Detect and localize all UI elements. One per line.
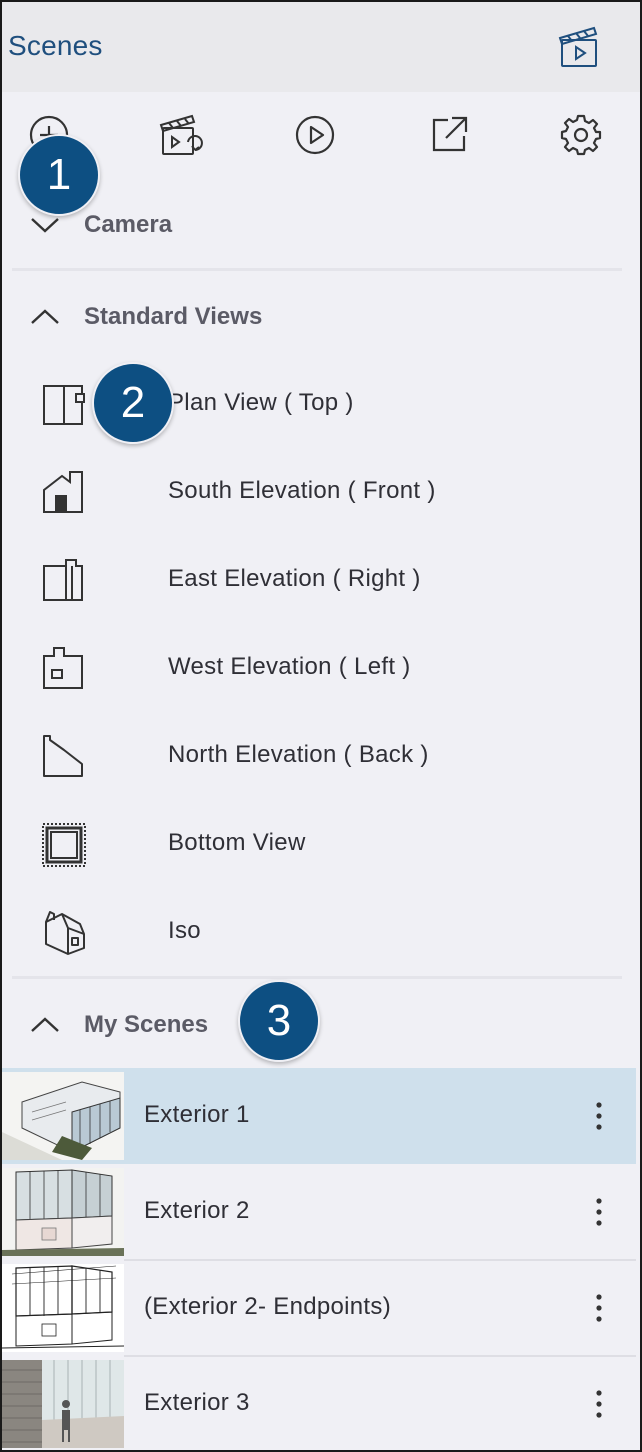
view-item-bottom[interactable]: Bottom View [2, 800, 640, 888]
view-item-west-elevation[interactable]: West Elevation ( Left ) [2, 624, 640, 712]
more-options-icon[interactable] [588, 1100, 610, 1132]
chevron-down-icon [28, 211, 62, 237]
panel-title: Scenes [8, 30, 103, 61]
scene-thumbnail [2, 1168, 124, 1256]
scene-label: (Exterior 2- Endpoints) [144, 1293, 391, 1320]
view-label: Bottom View [168, 829, 306, 856]
scene-thumbnail [2, 1360, 124, 1448]
callout-badge-2: 2 [92, 362, 174, 444]
more-options-icon[interactable] [588, 1388, 610, 1420]
settings-icon[interactable] [558, 112, 604, 158]
view-item-iso[interactable]: Iso [2, 888, 640, 976]
export-icon[interactable] [426, 112, 472, 158]
callout-badge-3: 3 [238, 980, 320, 1062]
section-label-my-scenes: My Scenes [84, 1011, 209, 1038]
scene-label: Exterior 3 [144, 1389, 250, 1416]
scene-row-exterior-2-endpoints[interactable]: (Exterior 2- Endpoints) [2, 1260, 636, 1356]
view-item-south-elevation[interactable]: South Elevation ( Front ) [2, 448, 640, 536]
more-options-icon[interactable] [588, 1292, 610, 1324]
view-item-east-elevation[interactable]: East Elevation ( Right ) [2, 536, 640, 624]
front-elevation-icon [40, 468, 88, 516]
view-label: West Elevation ( Left ) [168, 653, 411, 680]
left-elevation-icon [40, 644, 88, 692]
scene-row-exterior-2[interactable]: Exterior 2 [2, 1164, 636, 1260]
chevron-up-icon [28, 1011, 62, 1037]
view-item-north-elevation[interactable]: North Elevation ( Back ) [2, 712, 640, 800]
section-header-camera[interactable]: Camera [2, 194, 640, 254]
iso-view-icon [40, 908, 88, 956]
play-animation-icon[interactable] [292, 112, 338, 158]
scene-label: Exterior 2 [144, 1197, 250, 1224]
section-divider [12, 268, 622, 271]
scenes-panel: Scenes 1 Camera Standard Views Plan View… [0, 0, 642, 1452]
scene-row-exterior-3[interactable]: Exterior 3 [2, 1356, 636, 1450]
scene-clapper-play-icon[interactable] [556, 24, 602, 70]
scene-row-exterior-1[interactable]: Exterior 1 [2, 1068, 636, 1164]
scene-thumbnail [2, 1264, 124, 1352]
scene-label: Exterior 1 [144, 1101, 250, 1128]
chevron-up-icon [28, 303, 62, 329]
section-header-my-scenes[interactable]: My Scenes [2, 994, 640, 1054]
update-scene-icon[interactable] [158, 112, 204, 158]
section-label-camera: Camera [84, 211, 173, 238]
section-divider [12, 976, 622, 979]
view-label: Iso [168, 917, 201, 944]
view-label: South Elevation ( Front ) [168, 477, 436, 504]
section-header-standard-views[interactable]: Standard Views [2, 286, 640, 346]
view-label: Plan View ( Top ) [168, 389, 354, 416]
right-elevation-icon [40, 556, 88, 604]
view-label: North Elevation ( Back ) [168, 741, 429, 768]
scene-thumbnail [2, 1072, 124, 1160]
back-elevation-icon [40, 732, 88, 780]
section-label-standard-views: Standard Views [84, 303, 263, 330]
plan-view-icon [40, 380, 88, 428]
more-options-icon[interactable] [588, 1196, 610, 1228]
view-label: East Elevation ( Right ) [168, 565, 421, 592]
bottom-view-icon [40, 820, 88, 868]
panel-header: Scenes [2, 2, 640, 92]
